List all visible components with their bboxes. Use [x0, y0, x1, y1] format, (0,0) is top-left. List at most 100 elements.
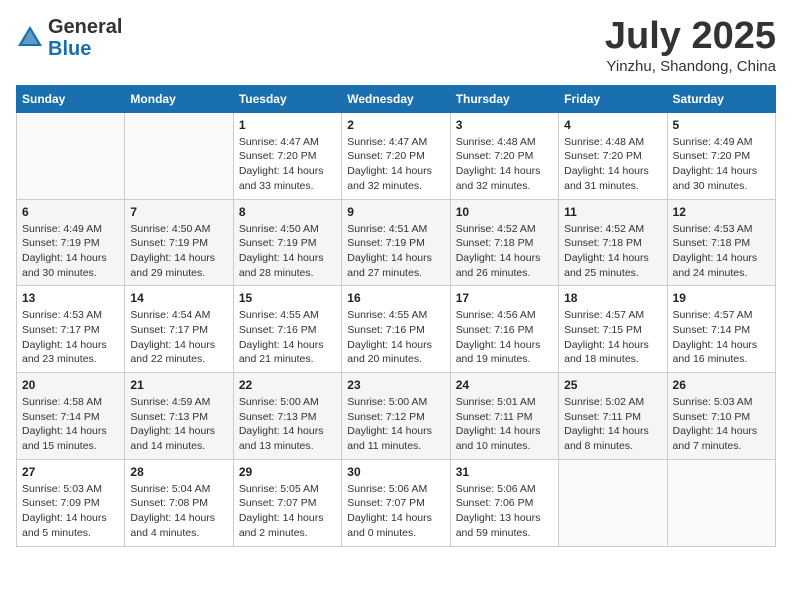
calendar-cell: 28 Sunrise: 5:04 AMSunset: 7:08 PMDayligh… — [125, 459, 233, 546]
day-number: 20 — [22, 378, 119, 392]
day-number: 1 — [239, 118, 336, 132]
day-info: Sunrise: 5:04 AMSunset: 7:08 PMDaylight:… — [130, 482, 227, 541]
day-info: Sunrise: 4:47 AMSunset: 7:20 PMDaylight:… — [239, 135, 336, 194]
calendar-cell: 30 Sunrise: 5:06 AMSunset: 7:07 PMDayligh… — [342, 459, 450, 546]
calendar-cell: 3 Sunrise: 4:48 AMSunset: 7:20 PMDaylight… — [450, 112, 558, 199]
day-number: 13 — [22, 291, 119, 305]
calendar-cell: 21 Sunrise: 4:59 AMSunset: 7:13 PMDayligh… — [125, 373, 233, 460]
day-info: Sunrise: 4:57 AMSunset: 7:14 PMDaylight:… — [673, 308, 770, 367]
calendar-cell: 26Sunrise: 5:03 AMSunset: 7:10 PMDayligh… — [667, 373, 775, 460]
calendar-week-row: 13 Sunrise: 4:53 AMSunset: 7:17 PMDayligh… — [17, 286, 776, 373]
calendar-cell: 16 Sunrise: 4:55 AMSunset: 7:16 PMDayligh… — [342, 286, 450, 373]
calendar-cell: 23Sunrise: 5:00 AMSunset: 7:12 PMDayligh… — [342, 373, 450, 460]
calendar-cell — [17, 112, 125, 199]
day-number: 24 — [456, 378, 553, 392]
calendar-cell: 5Sunrise: 4:49 AMSunset: 7:20 PMDaylight… — [667, 112, 775, 199]
day-info: Sunrise: 5:00 AMSunset: 7:13 PMDaylight:… — [239, 395, 336, 454]
day-number: 29 — [239, 465, 336, 479]
calendar-cell: 13 Sunrise: 4:53 AMSunset: 7:17 PMDayligh… — [17, 286, 125, 373]
calendar-cell: 20 Sunrise: 4:58 AMSunset: 7:14 PMDayligh… — [17, 373, 125, 460]
calendar-cell: 15 Sunrise: 4:55 AMSunset: 7:16 PMDayligh… — [233, 286, 341, 373]
weekday-header: Monday — [125, 85, 233, 112]
logo-icon — [16, 24, 44, 52]
logo-blue: Blue — [48, 38, 91, 60]
day-number: 8 — [239, 205, 336, 219]
day-info: Sunrise: 5:05 AMSunset: 7:07 PMDaylight:… — [239, 482, 336, 541]
day-info: Sunrise: 5:06 AMSunset: 7:06 PMDaylight:… — [456, 482, 553, 541]
day-info: Sunrise: 5:01 AMSunset: 7:11 PMDaylight:… — [456, 395, 553, 454]
day-info: Sunrise: 4:58 AMSunset: 7:14 PMDaylight:… — [22, 395, 119, 454]
calendar-cell: 10 Sunrise: 4:52 AMSunset: 7:18 PMDayligh… — [450, 199, 558, 286]
day-info: Sunrise: 4:54 AMSunset: 7:17 PMDaylight:… — [130, 308, 227, 367]
day-info: Sunrise: 4:59 AMSunset: 7:13 PMDaylight:… — [130, 395, 227, 454]
day-info: Sunrise: 4:56 AMSunset: 7:16 PMDaylight:… — [456, 308, 553, 367]
day-info: Sunrise: 4:48 AMSunset: 7:20 PMDaylight:… — [456, 135, 553, 194]
weekday-header: Wednesday — [342, 85, 450, 112]
calendar-cell: 7Sunrise: 4:50 AMSunset: 7:19 PMDaylight… — [125, 199, 233, 286]
calendar-week-row: 27Sunrise: 5:03 AMSunset: 7:09 PMDayligh… — [17, 459, 776, 546]
day-info: Sunrise: 4:49 AMSunset: 7:19 PMDaylight:… — [22, 222, 119, 281]
month-title: July 2025 — [605, 16, 776, 58]
calendar-cell: 6 Sunrise: 4:49 AMSunset: 7:19 PMDaylight… — [17, 199, 125, 286]
calendar-cell — [667, 459, 775, 546]
calendar-cell: 25Sunrise: 5:02 AMSunset: 7:11 PMDayligh… — [559, 373, 667, 460]
weekday-header: Friday — [559, 85, 667, 112]
day-number: 9 — [347, 205, 444, 219]
day-number: 31 — [456, 465, 553, 479]
logo-text: General Blue — [48, 16, 122, 60]
calendar-week-row: 6 Sunrise: 4:49 AMSunset: 7:19 PMDaylight… — [17, 199, 776, 286]
day-info: Sunrise: 4:49 AMSunset: 7:20 PMDaylight:… — [673, 135, 770, 194]
day-number: 16 — [347, 291, 444, 305]
day-info: Sunrise: 4:48 AMSunset: 7:20 PMDaylight:… — [564, 135, 661, 194]
day-number: 27 — [22, 465, 119, 479]
logo: General Blue — [16, 16, 122, 60]
day-number: 26 — [673, 378, 770, 392]
day-number: 14 — [130, 291, 227, 305]
day-info: Sunrise: 4:52 AMSunset: 7:18 PMDaylight:… — [456, 222, 553, 281]
day-info: Sunrise: 4:53 AMSunset: 7:17 PMDaylight:… — [22, 308, 119, 367]
day-info: Sunrise: 4:52 AMSunset: 7:18 PMDaylight:… — [564, 222, 661, 281]
day-number: 6 — [22, 205, 119, 219]
calendar-week-row: 1 Sunrise: 4:47 AMSunset: 7:20 PMDaylight… — [17, 112, 776, 199]
calendar-cell — [125, 112, 233, 199]
calendar-cell: 1 Sunrise: 4:47 AMSunset: 7:20 PMDaylight… — [233, 112, 341, 199]
calendar-cell: 29 Sunrise: 5:05 AMSunset: 7:07 PMDayligh… — [233, 459, 341, 546]
day-number: 28 — [130, 465, 227, 479]
calendar-cell: 27Sunrise: 5:03 AMSunset: 7:09 PMDayligh… — [17, 459, 125, 546]
calendar-cell: 11 Sunrise: 4:52 AMSunset: 7:18 PMDayligh… — [559, 199, 667, 286]
day-number: 18 — [564, 291, 661, 305]
calendar-cell: 14 Sunrise: 4:54 AMSunset: 7:17 PMDayligh… — [125, 286, 233, 373]
calendar-week-row: 20 Sunrise: 4:58 AMSunset: 7:14 PMDayligh… — [17, 373, 776, 460]
logo-general: General — [48, 16, 122, 38]
calendar-cell: 2Sunrise: 4:47 AMSunset: 7:20 PMDaylight… — [342, 112, 450, 199]
calendar-body: 1 Sunrise: 4:47 AMSunset: 7:20 PMDaylight… — [17, 112, 776, 546]
calendar-header-row: SundayMondayTuesdayWednesdayThursdayFrid… — [17, 85, 776, 112]
day-info: Sunrise: 4:50 AMSunset: 7:19 PMDaylight:… — [239, 222, 336, 281]
location: Yinzhu, Shandong, China — [605, 58, 776, 75]
calendar-cell: 17Sunrise: 4:56 AMSunset: 7:16 PMDayligh… — [450, 286, 558, 373]
day-number: 21 — [130, 378, 227, 392]
title-area: July 2025 Yinzhu, Shandong, China — [605, 16, 776, 75]
day-number: 12 — [673, 205, 770, 219]
calendar-cell: 18 Sunrise: 4:57 AMSunset: 7:15 PMDayligh… — [559, 286, 667, 373]
weekday-header: Sunday — [17, 85, 125, 112]
day-number: 11 — [564, 205, 661, 219]
day-info: Sunrise: 5:00 AMSunset: 7:12 PMDaylight:… — [347, 395, 444, 454]
day-number: 15 — [239, 291, 336, 305]
day-number: 30 — [347, 465, 444, 479]
day-info: Sunrise: 4:50 AMSunset: 7:19 PMDaylight:… — [130, 222, 227, 281]
day-info: Sunrise: 4:55 AMSunset: 7:16 PMDaylight:… — [239, 308, 336, 367]
calendar: SundayMondayTuesdayWednesdayThursdayFrid… — [16, 85, 776, 547]
day-info: Sunrise: 4:57 AMSunset: 7:15 PMDaylight:… — [564, 308, 661, 367]
day-info: Sunrise: 4:53 AMSunset: 7:18 PMDaylight:… — [673, 222, 770, 281]
day-info: Sunrise: 4:47 AMSunset: 7:20 PMDaylight:… — [347, 135, 444, 194]
calendar-cell: 24 Sunrise: 5:01 AMSunset: 7:11 PMDayligh… — [450, 373, 558, 460]
day-info: Sunrise: 4:55 AMSunset: 7:16 PMDaylight:… — [347, 308, 444, 367]
page-header: General Blue July 2025 Yinzhu, Shandong,… — [16, 16, 776, 75]
day-number: 3 — [456, 118, 553, 132]
day-number: 22 — [239, 378, 336, 392]
day-number: 10 — [456, 205, 553, 219]
calendar-cell: 22 Sunrise: 5:00 AMSunset: 7:13 PMDayligh… — [233, 373, 341, 460]
day-info: Sunrise: 5:06 AMSunset: 7:07 PMDaylight:… — [347, 482, 444, 541]
calendar-cell: 8 Sunrise: 4:50 AMSunset: 7:19 PMDaylight… — [233, 199, 341, 286]
